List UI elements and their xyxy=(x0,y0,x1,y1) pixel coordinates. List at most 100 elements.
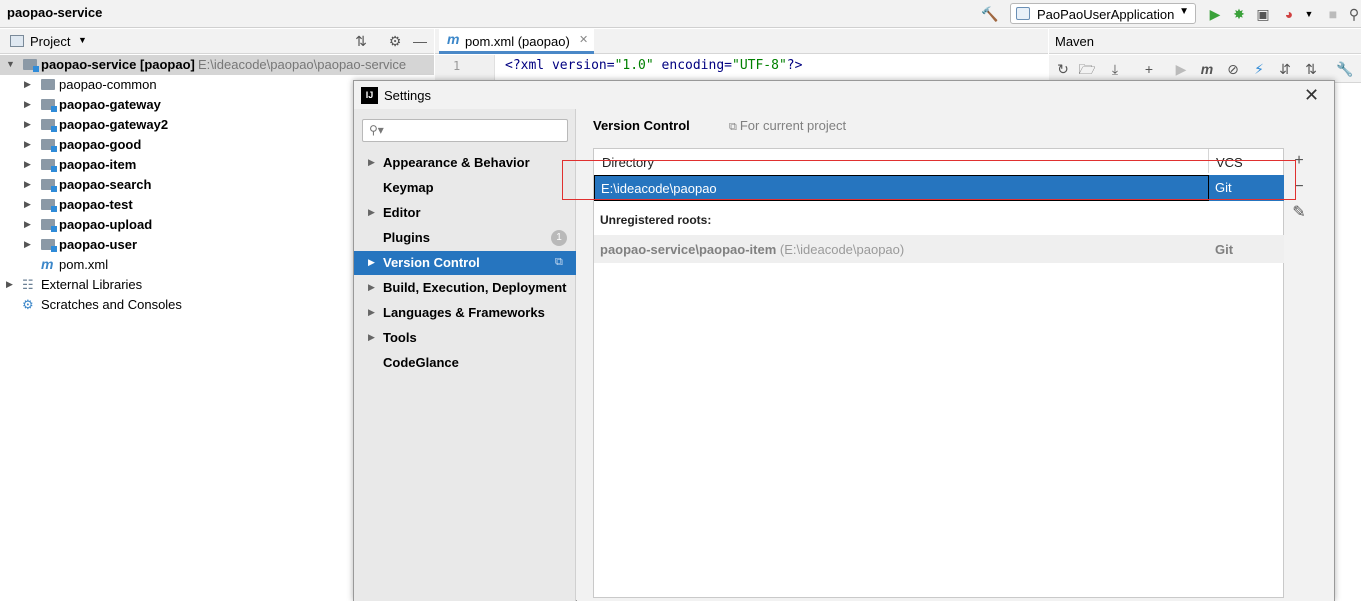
expanded-arrow-icon[interactable]: ▼ xyxy=(6,59,15,69)
editor-tab-bar: m pom.xml (paopao) ✕ xyxy=(435,29,1048,54)
settings-title-bar: IJ Settings ✕ xyxy=(354,81,1334,109)
collapsed-arrow-icon[interactable]: ▶ xyxy=(24,219,31,230)
folder-plus-icon[interactable]: 🗁 xyxy=(1077,59,1097,79)
collapsed-arrow-icon[interactable]: ▶ xyxy=(24,99,31,110)
scratches-icon: ⚙ xyxy=(22,297,34,312)
minimize-icon[interactable]: — xyxy=(411,32,429,50)
collapsed-arrow-icon[interactable]: ▶ xyxy=(24,139,31,150)
column-header-vcs[interactable]: VCS xyxy=(1216,155,1243,170)
maven-panel-title[interactable]: Maven xyxy=(1055,34,1094,49)
chevron-down-icon[interactable]: ▼ xyxy=(1300,5,1318,23)
vcs-value[interactable]: Git xyxy=(1215,180,1232,195)
project-scope-icon: ⧉ xyxy=(555,256,563,268)
settings-title: Settings xyxy=(384,88,431,103)
collapse-all-icon[interactable]: ⇅ xyxy=(1301,59,1321,79)
table-row[interactable]: paopao-service\paopao-item (E:\ideacode\… xyxy=(594,235,1284,263)
nav-label: Languages & Frameworks xyxy=(383,305,545,320)
collapsed-arrow-icon[interactable]: ▶ xyxy=(24,239,31,250)
library-icon: ☷ xyxy=(22,277,34,292)
scope-note: ⧉ For current project xyxy=(729,118,846,134)
collapsed-arrow-icon[interactable]: ▶ xyxy=(368,307,375,318)
code-line[interactable]: <?xml version="1.0" encoding="UTF-8"?> xyxy=(505,58,802,73)
collapsed-arrow-icon[interactable]: ▶ xyxy=(24,159,31,170)
file-label: pom.xml xyxy=(59,257,109,272)
wrench-icon[interactable]: 🔧 xyxy=(1335,59,1355,79)
maven-goal-icon[interactable]: m xyxy=(1197,59,1217,79)
nav-tools[interactable]: ▶ Tools xyxy=(354,326,576,350)
nav-label: Version Control xyxy=(383,255,480,270)
toggle-offline-icon[interactable]: ⊘ xyxy=(1223,59,1243,79)
code-token: encoding= xyxy=(653,58,732,73)
add-mapping-button[interactable]: + xyxy=(1290,152,1308,170)
column-header-directory[interactable]: Directory xyxy=(602,155,654,170)
vcs-mappings-table[interactable]: Directory VCS E:\ideacode\paopao Git Unr… xyxy=(593,148,1284,598)
module-folder-icon xyxy=(41,119,57,132)
directory-cell[interactable]: E:\ideacode\paopao xyxy=(594,175,1209,201)
collapsed-arrow-icon[interactable]: ▶ xyxy=(24,79,31,90)
collapsed-arrow-icon[interactable]: ▶ xyxy=(368,282,375,293)
close-icon[interactable]: ✕ xyxy=(579,33,588,46)
module-label: paopao-good xyxy=(59,137,142,152)
project-name[interactable]: paopao-service xyxy=(7,5,102,20)
maven-panel-header: Maven xyxy=(1049,29,1361,54)
nav-appearance-behavior[interactable]: ▶ Appearance & Behavior xyxy=(354,151,576,175)
debug-icon[interactable]: ✸ xyxy=(1230,5,1248,23)
nav-languages-frameworks[interactable]: ▶ Languages & Frameworks xyxy=(354,301,576,325)
edit-mapping-button[interactable]: ✎ xyxy=(1290,204,1308,222)
nav-codeglance[interactable]: CodeGlance xyxy=(354,351,576,375)
scratches-label: Scratches and Consoles xyxy=(41,297,182,312)
run-config-label: PaoPaoUserApplication xyxy=(1037,7,1175,22)
settings-nav: ⚲▾ ▶ Appearance & Behavior Keymap ▶ Edit… xyxy=(354,109,576,601)
collapsed-arrow-icon[interactable]: ▶ xyxy=(368,332,375,343)
collapse-all-icon[interactable]: ⇅ xyxy=(352,32,370,50)
run-config-selector[interactable]: PaoPaoUserApplication ▼ xyxy=(1010,3,1196,24)
tree-root[interactable]: ▼ paopao-service [paopao] E:\ideacode\pa… xyxy=(0,55,434,75)
search-everywhere-icon[interactable]: ⚲ xyxy=(1345,5,1361,23)
collapsed-arrow-icon[interactable]: ▶ xyxy=(368,257,375,268)
nav-build-execution-deployment[interactable]: ▶ Build, Execution, Deployment xyxy=(354,276,576,300)
gear-icon[interactable]: ⚙ xyxy=(386,32,404,50)
settings-dialog: IJ Settings ✕ ⚲▾ ▶ Appearance & Behavior… xyxy=(353,80,1335,601)
coverage-icon[interactable]: ▣ xyxy=(1254,5,1272,23)
stop-icon[interactable]: ■ xyxy=(1324,5,1342,23)
code-string: "1.0" xyxy=(614,58,654,73)
collapsed-arrow-icon[interactable]: ▶ xyxy=(24,119,31,130)
close-icon[interactable]: ✕ xyxy=(1304,85,1319,106)
module-folder-icon xyxy=(23,59,39,72)
root-module-path: E:\ideacode\paopao\paopao-service xyxy=(198,57,407,72)
skip-tests-icon[interactable]: ⚡ xyxy=(1249,59,1269,79)
scope-label: For current project xyxy=(739,118,847,133)
show-dependencies-icon[interactable]: ⇵ xyxy=(1275,59,1295,79)
profile-icon[interactable]: ◕ xyxy=(1280,5,1298,23)
nav-editor[interactable]: ▶ Editor xyxy=(354,201,576,225)
nav-keymap[interactable]: Keymap xyxy=(354,176,576,200)
folder-icon xyxy=(41,79,55,90)
search-icon: ⚲▾ xyxy=(369,123,384,137)
table-row[interactable]: E:\ideacode\paopao Git xyxy=(594,175,1284,201)
refresh-icon[interactable]: ↻ xyxy=(1053,59,1073,79)
collapsed-arrow-icon[interactable]: ▶ xyxy=(6,279,13,290)
collapsed-arrow-icon[interactable]: ▶ xyxy=(24,199,31,210)
run-icon[interactable]: ▶ xyxy=(1206,5,1224,23)
editor-tab-pom[interactable]: m pom.xml (paopao) ✕ xyxy=(439,29,594,54)
chevron-down-icon[interactable]: ▼ xyxy=(78,35,87,45)
settings-search[interactable]: ⚲▾ xyxy=(362,119,568,142)
project-panel-title[interactable]: Project xyxy=(30,34,70,49)
nav-plugins[interactable]: Plugins 1 xyxy=(354,226,576,250)
collapsed-arrow-icon[interactable]: ▶ xyxy=(368,207,375,218)
nav-label: Keymap xyxy=(383,180,434,195)
nav-label: CodeGlance xyxy=(383,355,459,370)
run-icon[interactable]: ▶ xyxy=(1171,59,1191,79)
nav-label: Build, Execution, Deployment xyxy=(383,280,567,295)
panel-title: Version Control xyxy=(593,118,690,133)
remove-mapping-button[interactable]: − xyxy=(1290,178,1308,196)
settings-search-input[interactable] xyxy=(387,122,562,139)
hammer-icon[interactable]: 🔨 xyxy=(981,5,999,23)
collapsed-arrow-icon[interactable]: ▶ xyxy=(368,157,375,168)
download-icon[interactable]: ⤓ xyxy=(1105,59,1125,79)
module-folder-icon xyxy=(41,219,57,232)
nav-version-control[interactable]: ▶ Version Control ⧉ xyxy=(354,251,576,275)
collapsed-arrow-icon[interactable]: ▶ xyxy=(24,179,31,190)
module-label: paopao-item xyxy=(59,157,137,172)
add-icon[interactable]: + xyxy=(1139,59,1159,79)
